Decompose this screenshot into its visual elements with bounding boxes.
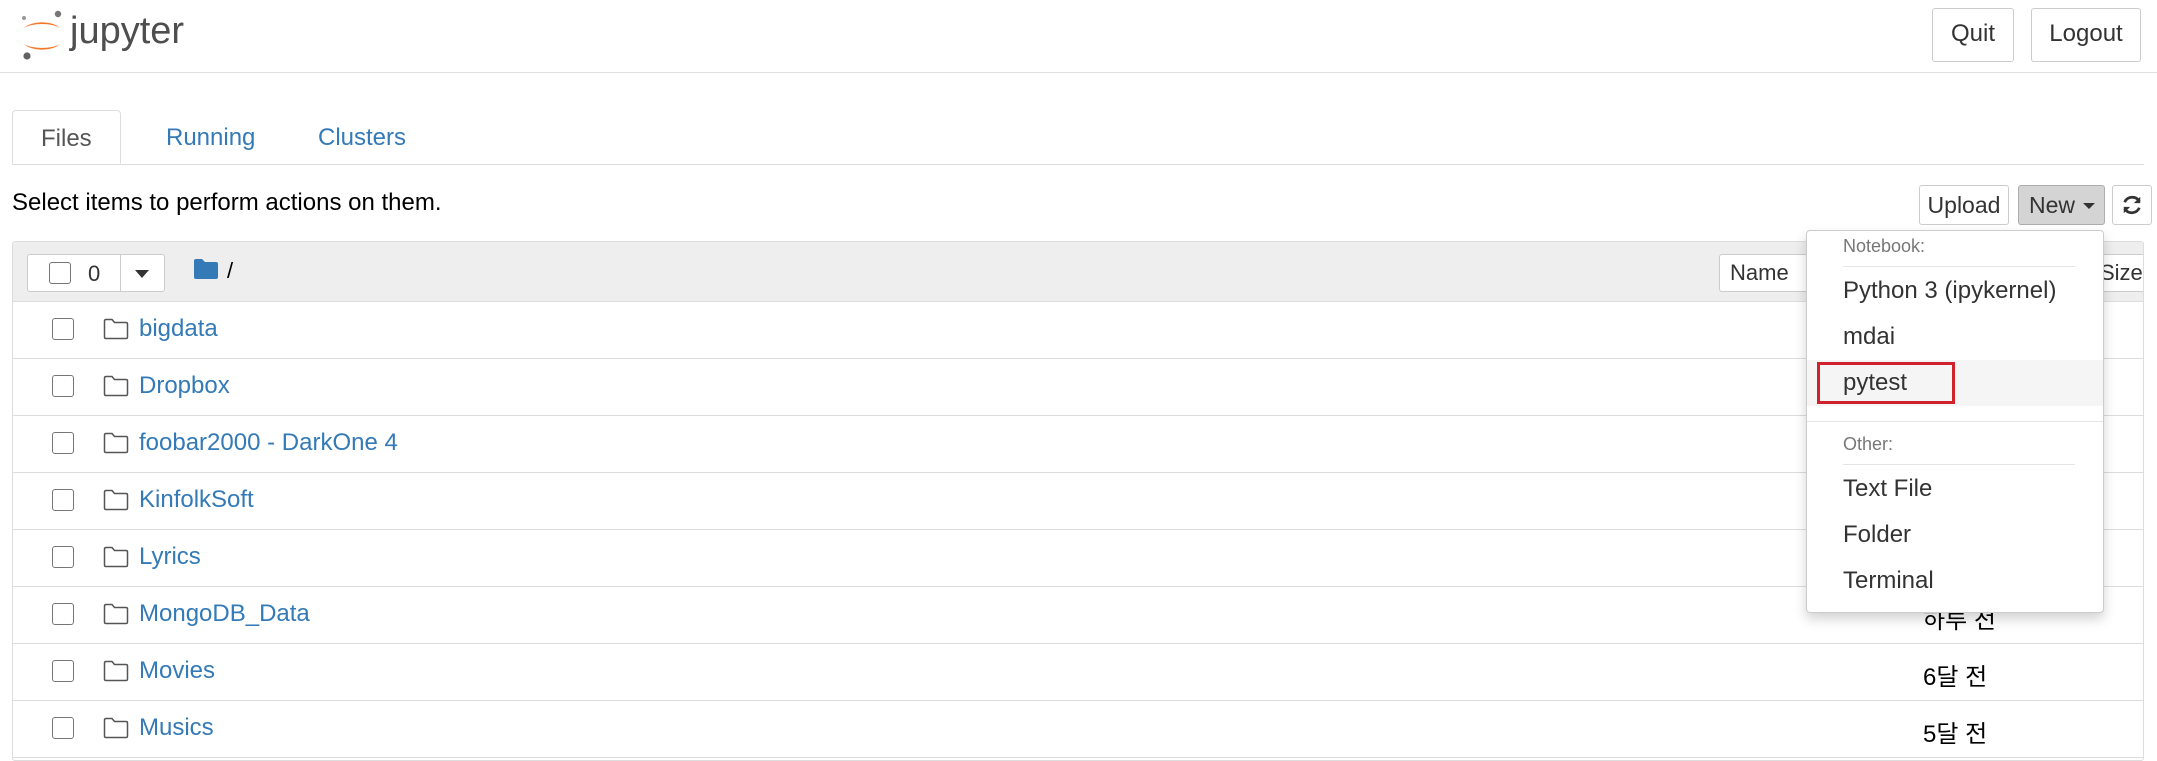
folder-icon	[103, 489, 129, 511]
item-checkbox[interactable]	[52, 546, 74, 568]
new-dropdown-menu: Notebook: Python 3 (ipykernel) mdai pyte…	[1806, 230, 2104, 613]
menu-item-pytest[interactable]: pytest	[1807, 360, 2103, 406]
logo-text: jupyter	[69, 10, 184, 52]
select-menu-button[interactable]	[120, 255, 165, 291]
header: jupyter Quit Logout	[0, 0, 2157, 73]
new-button[interactable]: New	[2018, 185, 2105, 225]
item-checkbox[interactable]	[52, 489, 74, 511]
chevron-down-icon	[135, 270, 149, 278]
tab-running[interactable]: Running	[138, 110, 283, 164]
list-item[interactable]: Movies 6달 전	[13, 644, 2143, 701]
highlight-box	[1817, 362, 1955, 404]
folder-icon	[103, 318, 129, 340]
item-modified: 5달 전	[1923, 721, 1988, 748]
tab-clusters[interactable]: Clusters	[290, 110, 434, 164]
sort-name-label: Name	[1730, 260, 1789, 285]
jupyter-logo[interactable]: jupyter	[18, 6, 218, 62]
refresh-icon	[2123, 195, 2141, 215]
item-checkbox[interactable]	[52, 660, 74, 682]
folder-icon	[103, 660, 129, 682]
upload-button[interactable]: Upload	[1919, 185, 2009, 225]
list-item[interactable]: Musics 5달 전	[13, 701, 2143, 758]
sort-size-label: Size	[2100, 260, 2143, 285]
notebook-section-header: Notebook:	[1843, 236, 1926, 256]
select-all-checkbox[interactable]	[49, 262, 71, 284]
sort-by-name-button[interactable]: Name	[1719, 254, 1815, 292]
item-link[interactable]: Dropbox	[139, 372, 230, 400]
item-link[interactable]: Lyrics	[139, 543, 201, 571]
folder-icon	[103, 546, 129, 568]
folder-icon	[103, 375, 129, 397]
menu-item-text-file[interactable]: Text File	[1807, 466, 2103, 512]
item-checkbox[interactable]	[52, 603, 74, 625]
folder-icon	[103, 717, 129, 739]
menu-separator	[1843, 266, 2075, 267]
menu-item-folder[interactable]: Folder	[1807, 512, 2103, 558]
tab-files[interactable]: Files	[12, 110, 121, 164]
breadcrumb-path[interactable]: /	[227, 258, 233, 284]
selected-count: 0	[88, 261, 101, 286]
logout-button[interactable]: Logout	[2031, 8, 2141, 62]
menu-item-mdai[interactable]: mdai	[1807, 314, 2103, 360]
item-checkbox[interactable]	[52, 432, 74, 454]
item-link[interactable]: bigdata	[139, 315, 218, 343]
item-checkbox[interactable]	[52, 717, 74, 739]
item-link[interactable]: MongoDB_Data	[139, 600, 310, 628]
folder-icon[interactable]	[193, 258, 219, 280]
menu-separator	[1843, 464, 2075, 465]
tab-bar: Files Running Clusters	[12, 110, 2144, 165]
select-all-group: 0	[27, 254, 165, 292]
folder-icon	[103, 432, 129, 454]
new-button-label: New	[2029, 192, 2076, 218]
refresh-button[interactable]	[2112, 185, 2152, 225]
quit-button[interactable]: Quit	[1932, 8, 2014, 62]
chevron-down-icon	[2083, 203, 2095, 209]
item-link[interactable]: Musics	[139, 714, 214, 742]
menu-item-python3[interactable]: Python 3 (ipykernel)	[1807, 268, 2103, 314]
item-checkbox[interactable]	[52, 375, 74, 397]
item-checkbox[interactable]	[52, 318, 74, 340]
item-link[interactable]: KinfolkSoft	[139, 486, 254, 514]
instructions-text: Select items to perform actions on them.	[12, 189, 442, 216]
item-link[interactable]: Movies	[139, 657, 215, 685]
other-section-header: Other:	[1843, 434, 1894, 454]
menu-divider	[1807, 421, 2103, 422]
item-link[interactable]: foobar2000 - DarkOne 4	[139, 429, 398, 457]
item-modified: 6달 전	[1923, 664, 1988, 691]
folder-icon	[103, 603, 129, 625]
menu-item-terminal[interactable]: Terminal	[1807, 558, 2103, 604]
